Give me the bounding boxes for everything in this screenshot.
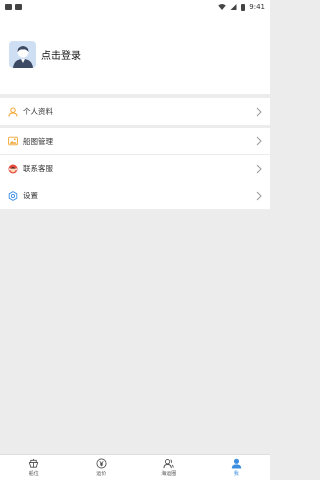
ship-icon bbox=[29, 458, 39, 468]
menu-item-personal-info[interactable]: 个人资料 bbox=[0, 98, 270, 125]
menu-group-settings: 设置 bbox=[0, 182, 270, 209]
image-icon bbox=[8, 136, 18, 146]
menu-label: 联系客服 bbox=[23, 164, 53, 173]
menu-group-tools: 船图管理 联系客服 bbox=[0, 128, 270, 182]
nav-item-ship-position[interactable]: 船位 bbox=[0, 455, 68, 480]
nav-label: 我 bbox=[233, 471, 239, 477]
menu-group-profile: 个人资料 bbox=[0, 98, 270, 125]
user-icon bbox=[231, 458, 242, 469]
avatar[interactable] bbox=[9, 40, 36, 68]
chevron-right-icon bbox=[256, 107, 262, 116]
menu-item-settings[interactable]: 设置 bbox=[0, 182, 270, 209]
status-bar: 9:41 bbox=[0, 0, 270, 14]
profile-header[interactable]: 点击登录 bbox=[0, 14, 270, 94]
my-page-screen: 9:41 点击登录 个人资料 船图管理 联系客服 设置 船位 运价 海运圈 我 bbox=[0, 0, 270, 480]
settings-icon bbox=[8, 190, 18, 201]
nav-item-freight-rate[interactable]: 运价 bbox=[68, 455, 136, 480]
nav-item-me[interactable]: 我 bbox=[203, 455, 271, 480]
menu-label: 设置 bbox=[23, 191, 38, 200]
sim-icon bbox=[15, 4, 22, 10]
menu-label: 个人资料 bbox=[23, 107, 53, 116]
menu-label: 船图管理 bbox=[23, 136, 53, 146]
group-icon bbox=[163, 459, 174, 469]
wifi-icon bbox=[218, 4, 227, 10]
status-time: 9:41 bbox=[249, 3, 265, 11]
signal-icon bbox=[230, 4, 237, 10]
nav-item-shipping-circle[interactable]: 海运圈 bbox=[135, 455, 203, 480]
default-avatar-icon bbox=[12, 45, 33, 68]
person-icon bbox=[8, 107, 18, 117]
nav-label: 船位 bbox=[28, 471, 39, 477]
menu-item-ship-images[interactable]: 船图管理 bbox=[0, 128, 270, 155]
chevron-right-icon bbox=[256, 136, 262, 146]
notification-icon bbox=[5, 4, 12, 10]
chevron-right-icon bbox=[256, 191, 262, 200]
menu-item-customer-service[interactable]: 联系客服 bbox=[0, 155, 270, 182]
battery-icon bbox=[241, 3, 246, 11]
chevron-right-icon bbox=[256, 164, 262, 173]
nav-label: 海运圈 bbox=[161, 471, 177, 477]
yen-icon bbox=[96, 458, 107, 469]
customer-service-icon bbox=[8, 164, 18, 174]
bottom-navigation: 船位 运价 海运圈 我 bbox=[0, 454, 270, 480]
nav-label: 运价 bbox=[96, 471, 107, 477]
login-prompt[interactable]: 点击登录 bbox=[41, 47, 81, 62]
